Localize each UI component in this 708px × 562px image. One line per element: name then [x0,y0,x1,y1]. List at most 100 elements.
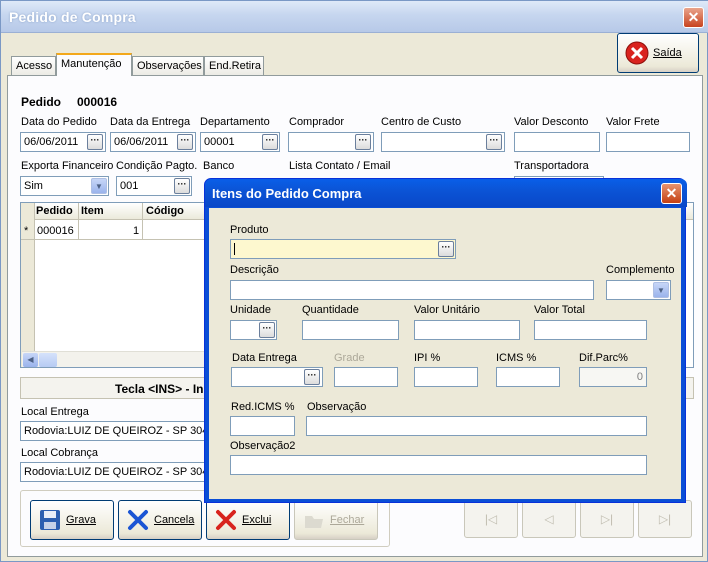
saida-label: Saída [653,47,682,59]
dif-parc-input[interactable]: 0 [579,367,647,387]
valor-total-input[interactable] [534,320,647,340]
dif-parc-value: 0 [636,371,643,383]
scroll-thumb[interactable] [39,353,57,367]
cancela-label: Cancela [154,514,195,526]
cancela-button[interactable]: Cancela [118,500,202,540]
text-cursor [234,243,235,256]
dialog-close-button[interactable]: ✕ [661,183,682,204]
nav-prev-button[interactable]: ◁ [522,500,576,538]
centro-custo-lookup-button[interactable]: ··· [486,134,502,150]
transportadora-label: Transportadora [514,160,589,172]
departamento-label: Departamento [200,116,270,128]
data-entrega-picker-button[interactable]: ··· [177,134,193,150]
valor-desconto-input[interactable] [514,132,600,152]
departamento-value: 00001 [204,136,235,148]
exporta-financeiro-value: Sim [24,180,43,192]
condicao-pagto-lookup-button[interactable]: ··· [174,178,190,194]
data-entrega-value: 06/06/2011 [114,136,169,148]
grid-col-divider [78,203,79,239]
local-entrega-label: Local Entrega [21,406,89,418]
item-data-entrega-label: Data Entrega [232,352,297,364]
complemento-label: Complemento [606,264,675,276]
title-bar[interactable]: Pedido de Compra ✕ [1,1,708,33]
table-cell-pedido[interactable]: 000016 [37,225,74,237]
data-pedido-label: Data do Pedido [21,116,97,128]
valor-unitario-input[interactable] [414,320,520,340]
valor-frete-input[interactable] [606,132,690,152]
tab-observacoes[interactable]: Observações [132,56,204,75]
exit-icon [624,40,650,66]
local-entrega-field[interactable]: Rodovia:LUIZ DE QUEIROZ - SP 304 [20,421,230,441]
valor-frete-label: Valor Frete [606,116,660,128]
valor-desconto-label: Valor Desconto [514,116,589,128]
lista-contato-label: Lista Contato / Email [289,160,391,172]
nav-next-button[interactable]: ▷| [580,500,634,538]
grid-col-pedido[interactable]: Pedido [36,205,73,217]
floppy-disk-icon [37,507,63,533]
comprador-lookup-button[interactable]: ··· [355,134,371,150]
exporta-financeiro-label: Exporta Financeiro [21,160,114,172]
grid-col-divider [142,203,143,239]
observacao2-input[interactable] [230,455,647,475]
dialog-title-bar[interactable]: Itens do Pedido Compra ✕ [205,179,687,207]
grava-button[interactable]: Grava [30,500,114,540]
banco-label: Banco [203,160,235,172]
condicao-pagto-value: 001 [120,180,139,192]
pedido-label: Pedido [21,95,62,109]
dialog-body: Produto ··· Descrição Complemento ▼ Unid… [209,208,681,499]
grade-input[interactable] [334,367,398,387]
ipi-input[interactable] [414,367,478,387]
itens-dialog: Itens do Pedido Compra ✕ Produto ··· Des… [204,178,687,503]
exclui-button[interactable]: Exclui [206,500,290,540]
unidade-label: Unidade [230,304,271,316]
table-cell-item[interactable]: 1 [133,225,139,237]
observacao-label: Observação [307,401,367,413]
tab-manutencao[interactable]: Manutenção [56,53,132,76]
local-cobranca-value: Rodovia:LUIZ DE QUEIROZ - SP 304 [24,466,209,478]
fechar-label: Fechar [330,514,365,526]
grid-col-codigo[interactable]: Código [146,205,184,217]
item-data-entrega-picker-button[interactable]: ··· [304,369,320,385]
tab-end-retira[interactable]: End.Retira [204,56,264,75]
unidade-lookup-button[interactable]: ··· [259,322,275,338]
ipi-label: IPI % [414,352,441,364]
grade-label: Grade [334,352,365,364]
fechar-button[interactable]: Fechar [294,500,378,540]
descricao-label: Descrição [230,264,279,276]
local-entrega-value: Rodovia:LUIZ DE QUEIROZ - SP 304 [24,425,209,437]
data-entrega-label: Data da Entrega [110,116,191,128]
scroll-left-icon[interactable]: ◀ [23,353,38,367]
comprador-label: Comprador [289,116,345,128]
data-pedido-picker-button[interactable]: ··· [87,134,103,150]
horizontal-scrollbar[interactable]: ◀ [22,351,208,367]
descricao-input[interactable] [230,280,594,300]
centro-custo-label: Centro de Custo [381,116,462,128]
row-marker: * [24,225,29,237]
grid-row-divider [21,239,205,240]
produto-input[interactable] [230,239,456,259]
valor-unitario-label: Valor Unitário [414,304,480,316]
insert-hint-text: Tecla <INS> - In [115,382,204,396]
local-cobranca-field[interactable]: Rodovia:LUIZ DE QUEIROZ - SP 304 [20,462,230,482]
dialog-title: Itens do Pedido Compra [212,186,362,201]
nav-last-button[interactable]: ▷| [638,500,692,538]
chevron-down-icon[interactable]: ▼ [91,178,107,194]
dif-parc-label: Dif.Parc% [579,352,628,364]
grid-col-item[interactable]: Item [81,205,104,217]
red-icms-label: Red.ICMS % [231,401,295,413]
window-close-button[interactable]: ✕ [683,7,704,28]
tab-acesso[interactable]: Acesso [11,56,56,75]
pedido-number: 000016 [77,95,118,109]
quantidade-input[interactable] [302,320,399,340]
valor-total-label: Valor Total [534,304,585,316]
red-icms-input[interactable] [230,416,295,436]
nav-first-button[interactable]: |◁ [464,500,518,538]
data-pedido-value: 06/06/2011 [24,136,79,148]
observacao-input[interactable] [306,416,647,436]
departamento-lookup-button[interactable]: ··· [262,134,278,150]
produto-lookup-button[interactable]: ··· [438,241,454,257]
saida-button[interactable]: Saída [617,33,699,73]
icms-input[interactable] [496,367,560,387]
window-title: Pedido de Compra [9,9,136,25]
chevron-down-icon[interactable]: ▼ [653,282,669,298]
